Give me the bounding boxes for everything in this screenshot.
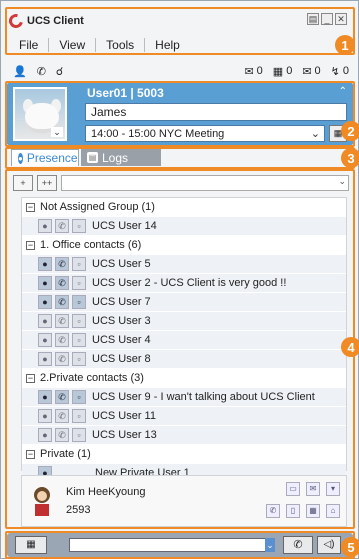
menu-tools[interactable]: Tools — [96, 38, 146, 52]
callout-frame-5 — [5, 531, 355, 559]
status-toolbar: 👤 ✆ ☌ ✉ 0 ▦ 0 ✉ 0 ↯ 0 — [5, 61, 355, 81]
selected-contact-card: Kim HeeKyoung 2593 ▭ ✉ ▾ ✆ ▯ ▦ ⌂ — [21, 475, 347, 527]
callout-badge-2: 2 — [341, 121, 359, 141]
voicemail-icon: ✉ — [244, 65, 254, 78]
call-log-icon: ↯ — [330, 65, 340, 78]
fax-counter[interactable]: ▦ 0 — [273, 65, 293, 78]
fax-icon: ▦ — [272, 65, 284, 78]
app-window: UCS Client ▤ _ ✕ 1 File View Tools Help … — [0, 0, 359, 559]
phone-icon[interactable]: ✆ — [37, 65, 46, 78]
mobile-icon[interactable]: ▯ — [286, 504, 300, 518]
menu-help[interactable]: Help — [145, 38, 190, 52]
message-counter[interactable]: ✉ 0 — [302, 65, 320, 78]
dropdown-icon[interactable]: ▾ — [326, 482, 340, 496]
menu-bar: File View Tools Help — [9, 35, 351, 55]
email-icon[interactable]: ✉ — [306, 482, 320, 496]
menu-view[interactable]: View — [49, 38, 97, 52]
voicemail-counter[interactable]: ✉ 0 — [244, 65, 262, 78]
menu-file[interactable]: File — [9, 38, 50, 52]
call-log-counter[interactable]: ↯ 0 — [331, 65, 349, 78]
chat-icon[interactable]: ▭ — [286, 482, 300, 496]
callout-frame-2 — [5, 81, 355, 147]
callout-frame-3 — [5, 147, 355, 169]
home-icon[interactable]: ⌂ — [326, 504, 340, 518]
contact-avatar[interactable] — [30, 484, 54, 518]
selected-contact-name: Kim HeeKyoung — [66, 486, 146, 498]
selected-contact-number: 2593 — [66, 504, 91, 516]
message-icon: ✉ — [302, 65, 312, 78]
office-icon[interactable]: ▦ — [306, 504, 320, 518]
call-icon[interactable]: ✆ — [266, 504, 280, 518]
callout-badge-4: 4 — [341, 337, 359, 357]
callout-badge-1: 1 — [335, 35, 355, 55]
callout-badge-3: 3 — [341, 148, 359, 168]
callout-badge-5: 5 — [341, 537, 359, 557]
person-icon[interactable]: 👤 — [13, 65, 27, 78]
conference-icon[interactable]: ☌ — [56, 65, 63, 78]
